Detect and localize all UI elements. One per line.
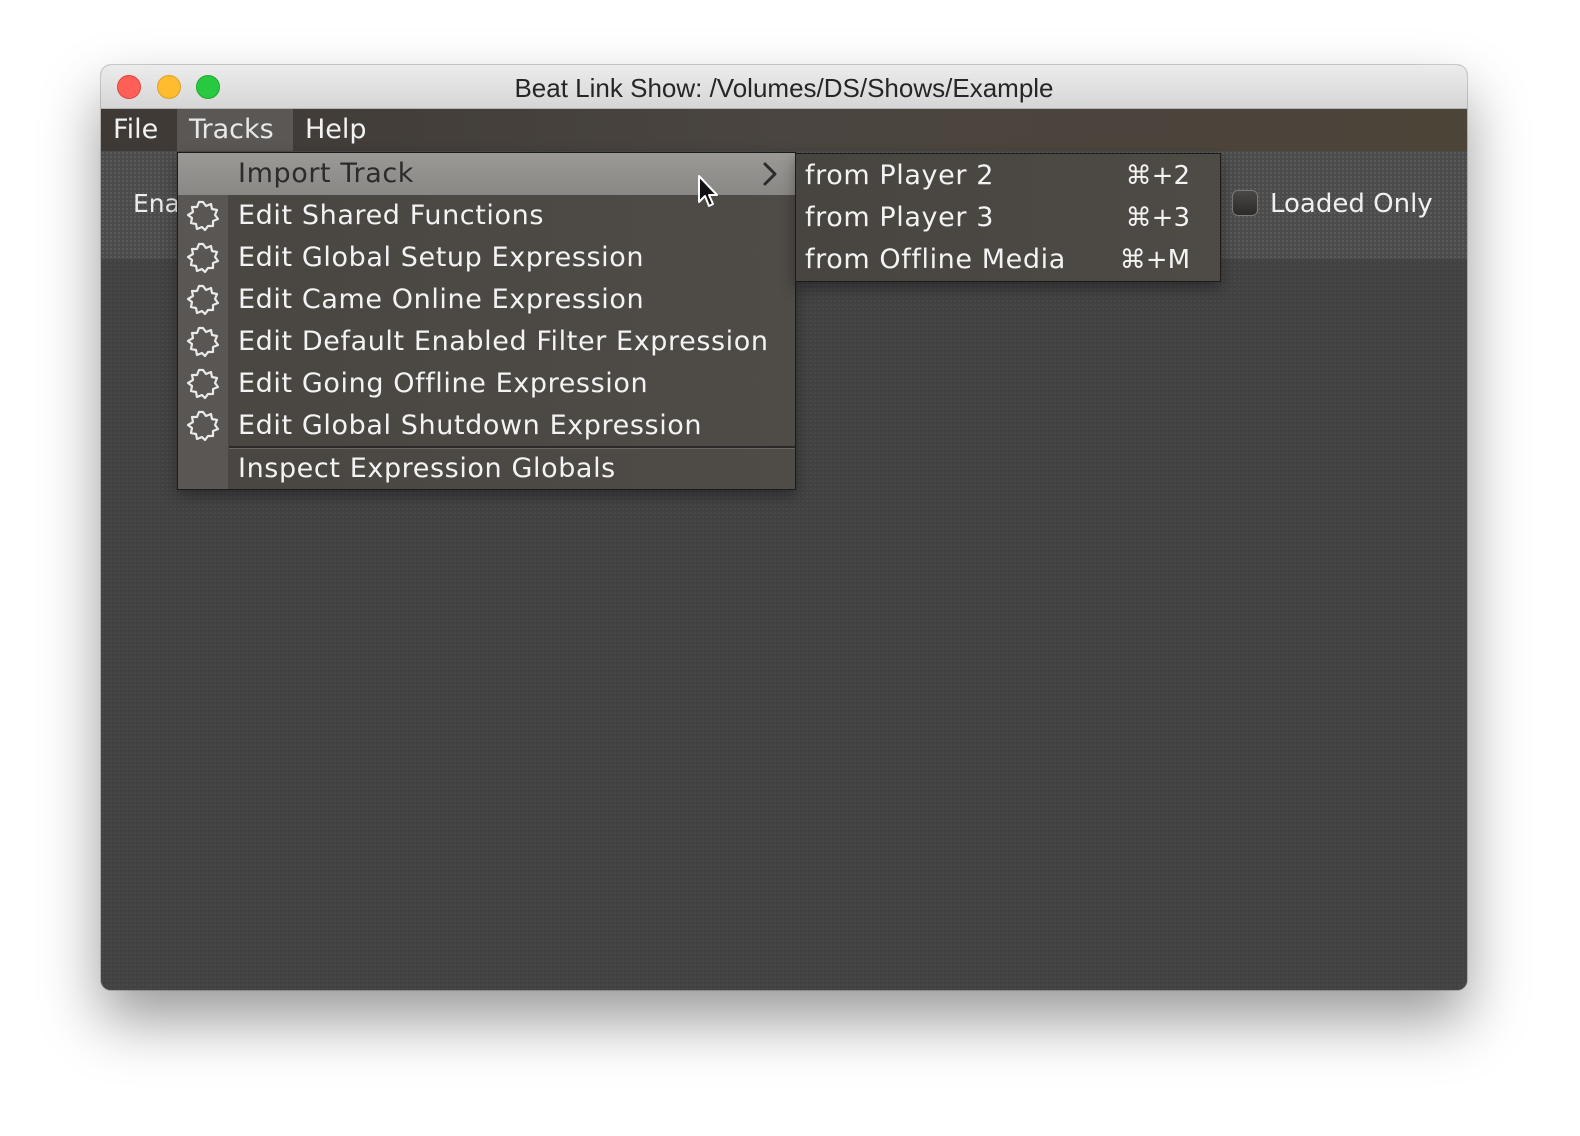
menu-item-label: Edit Going Offline Expression xyxy=(238,368,649,399)
menu-item-edit-global-shutdown-expression[interactable]: Edit Global Shutdown Expression xyxy=(178,405,795,447)
keyboard-shortcut: ⌘+M xyxy=(1119,245,1190,275)
loaded-only-checkbox[interactable] xyxy=(1232,190,1258,216)
gear-icon xyxy=(186,242,220,274)
menu-item-label: Import Track xyxy=(238,158,415,189)
menu-tracks[interactable]: Tracks xyxy=(177,109,293,151)
menu-item-inspect-expression-globals[interactable]: Inspect Expression Globals xyxy=(178,448,795,490)
submenu-item-label: from Player 2 xyxy=(805,160,994,191)
submenu-item-label: from Offline Media xyxy=(805,244,1066,275)
loaded-only-label[interactable]: Loaded Only xyxy=(1270,189,1433,219)
gear-icon xyxy=(186,326,220,358)
submenu-item-from-offline-media[interactable]: from Offline Media ⌘+M xyxy=(796,238,1220,280)
menu-item-edit-global-setup-expression[interactable]: Edit Global Setup Expression xyxy=(178,237,795,279)
menu-item-label: Edit Global Shutdown Expression xyxy=(238,410,703,441)
chevron-right-icon xyxy=(763,162,777,186)
menu-file[interactable]: File xyxy=(101,109,175,151)
menu-item-edit-came-online-expression[interactable]: Edit Came Online Expression xyxy=(178,279,795,321)
menu-item-label: Edit Global Setup Expression xyxy=(238,242,645,273)
mouse-pointer-icon xyxy=(698,175,718,207)
submenu-item-label: from Player 3 xyxy=(805,202,994,233)
menu-bar: File Tracks Help xyxy=(101,109,1467,151)
submenu-item-from-player-3[interactable]: from Player 3 ⌘+3 xyxy=(796,196,1220,238)
import-track-submenu: from Player 2 ⌘+2 from Player 3 ⌘+3 from… xyxy=(795,153,1221,282)
menu-item-label: Edit Shared Functions xyxy=(238,200,545,231)
gear-icon xyxy=(186,410,220,442)
menu-item-edit-default-enabled-filter-expression[interactable]: Edit Default Enabled Filter Expression xyxy=(178,321,795,363)
submenu-item-from-player-2[interactable]: from Player 2 ⌘+2 xyxy=(796,154,1220,196)
keyboard-shortcut: ⌘+2 xyxy=(1125,161,1190,191)
title-bar[interactable]: Beat Link Show: /Volumes/DS/Shows/Exampl… xyxy=(101,65,1467,109)
window-title: Beat Link Show: /Volumes/DS/Shows/Exampl… xyxy=(514,73,1054,103)
menu-item-label: Inspect Expression Globals xyxy=(238,453,616,484)
gear-icon xyxy=(186,200,220,232)
keyboard-shortcut: ⌘+3 xyxy=(1125,203,1190,233)
menu-item-label: Edit Came Online Expression xyxy=(238,284,645,315)
menu-help[interactable]: Help xyxy=(294,109,384,151)
enabled-filter-label: Ena xyxy=(133,189,180,218)
menu-item-label: Edit Default Enabled Filter Expression xyxy=(238,326,769,357)
gear-icon xyxy=(186,368,220,400)
gear-icon xyxy=(186,284,220,316)
menu-item-edit-going-offline-expression[interactable]: Edit Going Offline Expression xyxy=(178,363,795,405)
